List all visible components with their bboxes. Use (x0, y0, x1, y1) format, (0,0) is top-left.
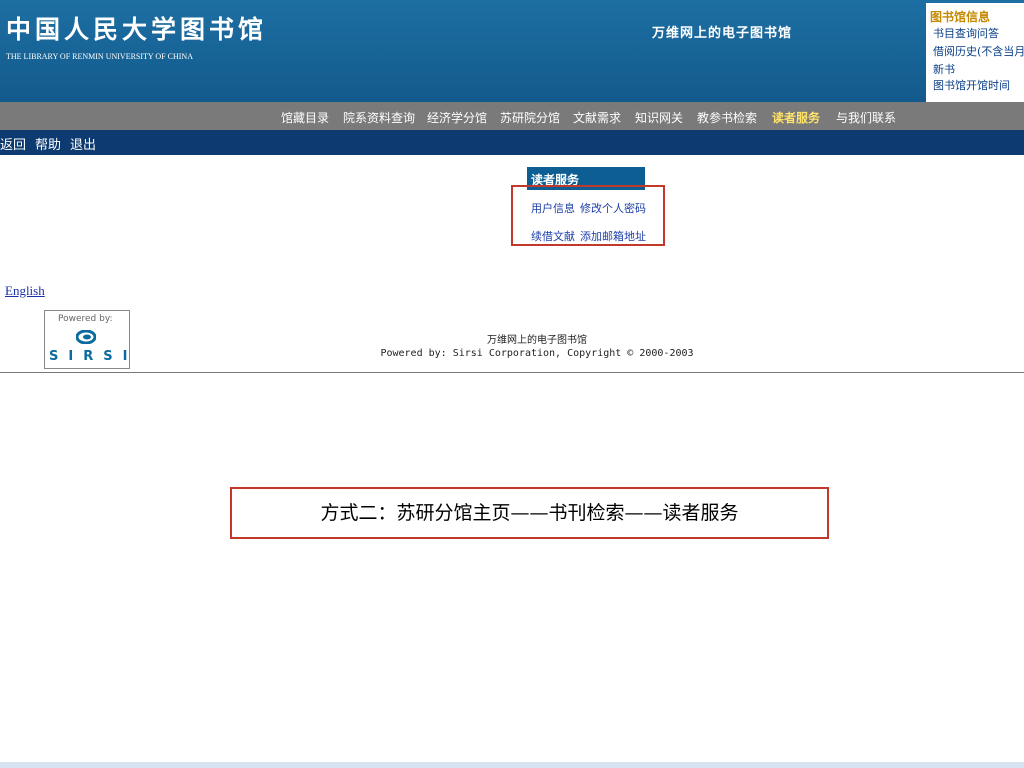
sub-navigation: 返回 帮助 退出 (0, 130, 1024, 155)
library-logo-chinese[interactable]: 中国人民大学图书馆 (6, 10, 267, 46)
info-link-new-books[interactable]: 新书 (933, 61, 955, 77)
nav-item-contact-us[interactable]: 与我们联系 (836, 109, 896, 126)
nav-item-department-materials[interactable]: 院系资料查询 (343, 109, 415, 126)
info-link-borrowing-history[interactable]: 借阅历史(不含当月) (933, 43, 1024, 59)
nav-item-catalog[interactable]: 馆藏目录 (281, 109, 329, 126)
library-info-title: 图书馆信息 (930, 10, 991, 24)
nav-item-document-request[interactable]: 文献需求 (573, 109, 621, 126)
nav-item-reader-services[interactable]: 读者服务 (772, 109, 820, 126)
sirsi-powered-by: Powered by: (58, 314, 113, 324)
back-link[interactable]: 返回 (0, 134, 26, 153)
main-navigation: 馆藏目录 院系资料查询 经济学分馆 苏研院分馆 文献需求 知识网关 教参书检索 … (0, 102, 1024, 130)
footer-site-name: 万维网上的电子图书馆 (487, 335, 587, 346)
nav-item-knowledge-gateway[interactable]: 知识网关 (635, 109, 683, 126)
help-link[interactable]: 帮助 (35, 134, 61, 153)
footer-copyright: Powered by: Sirsi Corporation, Copyright… (380, 348, 694, 359)
site-title: 万维网上的电子图书馆 (652, 26, 793, 41)
logout-link[interactable]: 退出 (70, 134, 96, 153)
info-link-catalog-faq[interactable]: 书目查询问答 (933, 25, 999, 41)
site-header: 中国人民大学图书馆 THE LIBRARY OF RENMIN UNIVERSI… (0, 0, 1024, 102)
library-logo-english: THE LIBRARY OF RENMIN UNIVERSITY OF CHIN… (6, 52, 193, 61)
english-language-link[interactable]: English (5, 283, 45, 299)
info-link-opening-hours[interactable]: 图书馆开馆时间 (933, 77, 1010, 93)
bottom-strip (0, 762, 1024, 768)
nav-item-economics-branch[interactable]: 经济学分馆 (427, 109, 487, 126)
nav-item-suyan-branch[interactable]: 苏研院分馆 (500, 109, 560, 126)
highlight-box (511, 185, 665, 246)
library-info-box: 图书馆信息 书目查询问答 借阅历史(不含当月) 新书 图书馆开馆时间 (926, 3, 1024, 102)
nav-item-reference-books[interactable]: 教参书检索 (697, 109, 757, 126)
divider (0, 372, 1024, 373)
slide-caption: 方式二：苏研分馆主页——书刊检索——读者服务 (230, 487, 829, 539)
